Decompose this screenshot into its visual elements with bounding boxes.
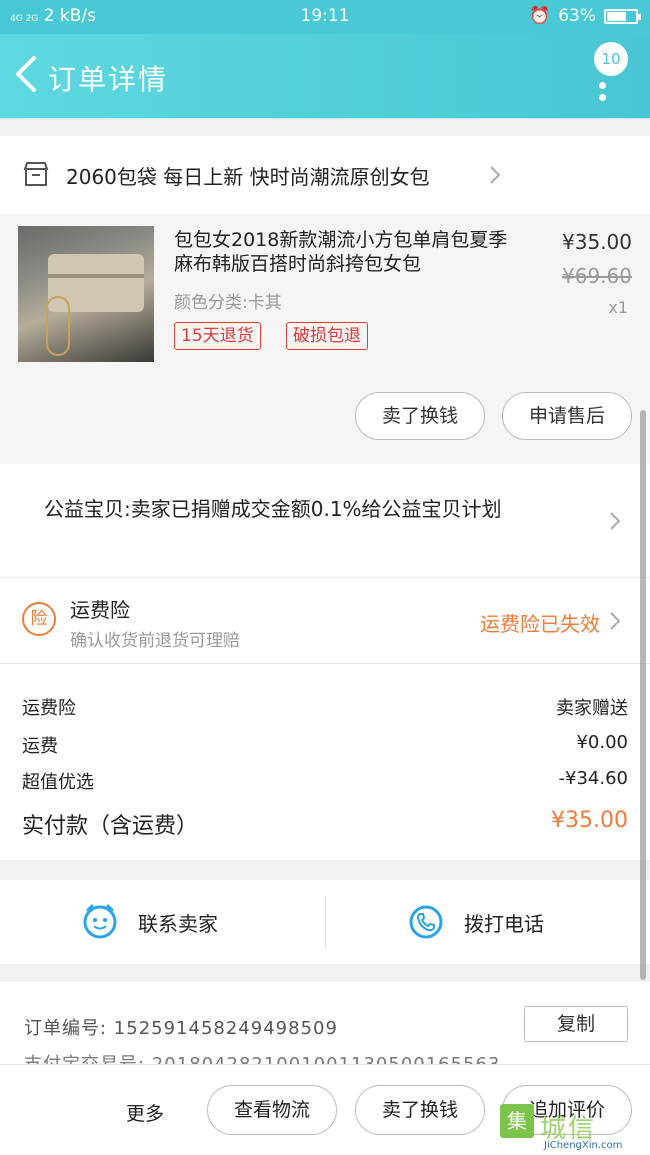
app-header: 订单详情 10: [0, 34, 650, 118]
chevron-right-icon: [610, 612, 621, 630]
total-value: ¥35.00: [551, 808, 628, 833]
product-quantity: x1: [608, 298, 628, 317]
order-number: 订单编号: 152591458249498509: [24, 1018, 338, 1039]
contact-seller-label: 联系卖家: [138, 911, 218, 936]
insurance-status: 运费险已失效: [480, 612, 600, 636]
call-phone-button[interactable]: 拨打电话: [408, 900, 544, 944]
battery-icon: [604, 8, 641, 24]
total-row: 实付款（含运费） ¥35.00: [22, 808, 628, 839]
fee-value: 卖家赠送: [556, 698, 628, 719]
chevron-right-icon: [610, 512, 621, 530]
contact-bar: 联系卖家 拨打电话: [0, 880, 650, 964]
shop-icon: [23, 162, 49, 186]
menu-dot-icon: [599, 94, 606, 101]
product-variant: 颜色分类:卡其: [174, 293, 282, 313]
status-bar: 4G 2G 2 kB/s 19:11 ⏰ 63%: [0, 0, 650, 34]
divider: [325, 896, 326, 948]
fee-value: ¥0.00: [576, 732, 628, 753]
resell-button[interactable]: 卖了换钱: [355, 392, 485, 440]
original-price: ¥69.60: [562, 264, 632, 288]
product-price: ¥35.00: [562, 230, 632, 254]
battery-fill: [607, 11, 626, 21]
resell-button-bottom[interactable]: 卖了换钱: [355, 1085, 485, 1135]
charity-text: 公益宝贝:卖家已捐赠成交金额0.1%给公益宝贝计划: [44, 497, 502, 521]
insurance-title: 运费险: [70, 598, 130, 622]
fee-row-discount: 超值优选 -¥34.60: [22, 768, 628, 798]
page-title: 订单详情: [48, 63, 169, 96]
alipay-trade-number: 支付宝交易号: 2018042821001001130500165563: [24, 1050, 500, 1064]
more-menu-button[interactable]: 10: [594, 42, 630, 102]
bag-chain: [46, 296, 70, 356]
fee-label: 超值优选: [22, 772, 94, 793]
bag-flap: [48, 274, 144, 278]
alarm-icon: ⏰: [529, 6, 551, 26]
fee-label: 运费险: [22, 698, 76, 719]
product-item[interactable]: 包包女2018新款潮流小方包单肩包夏季麻布韩版百搭时尚斜挎包女包 颜色分类:卡其…: [0, 214, 650, 464]
product-title[interactable]: 包包女2018新款潮流小方包单肩包夏季麻布韩版百搭时尚斜挎包女包: [174, 228, 524, 276]
watermark-logo: 集: [500, 1104, 534, 1138]
status-icons: ⏰ 63%: [529, 6, 641, 26]
chat-icon: [83, 904, 117, 939]
product-image[interactable]: [18, 226, 154, 362]
insurance-icon: 险: [22, 602, 56, 636]
after-sale-button[interactable]: 申请售后: [502, 392, 632, 440]
call-phone-label: 拨打电话: [464, 911, 544, 936]
fee-summary: 运费险 卖家赠送 运费 ¥0.00 超值优选 -¥34.60 实付款（含运费） …: [0, 664, 650, 860]
more-button[interactable]: 更多: [126, 1099, 164, 1126]
fee-label: 运费: [22, 736, 58, 757]
back-arrow-icon[interactable]: [12, 54, 42, 94]
shop-row[interactable]: 2060包袋 每日上新 快时尚潮流原创女包: [0, 136, 650, 214]
site-watermark: 集 城信 JiChengXin.com: [500, 1104, 646, 1154]
notification-badge: 10: [594, 42, 628, 76]
return-tag: 15天退货: [174, 322, 261, 350]
order-info: 订单编号: 152591458249498509 支付宝交易号: 2018042…: [0, 982, 650, 1064]
insurance-subtitle: 确认收货前退货可理赔: [70, 631, 240, 651]
phone-icon: [409, 905, 443, 939]
charity-row[interactable]: 公益宝贝:卖家已捐赠成交金额0.1%给公益宝贝计划: [0, 464, 650, 578]
damage-return-tag: 破损包退: [286, 322, 368, 350]
fee-value: -¥34.60: [558, 768, 628, 789]
total-label: 实付款（含运费）: [22, 814, 199, 839]
shop-name: 2060包袋 每日上新 快时尚潮流原创女包: [66, 165, 430, 189]
fee-row-shipping: 运费 ¥0.00: [22, 732, 628, 762]
shipping-insurance-row[interactable]: 险 运费险 确认收货前退货可理赔 运费险已失效: [0, 578, 650, 664]
contact-seller-button[interactable]: 联系卖家: [82, 900, 218, 944]
menu-dot-icon: [599, 82, 606, 89]
fee-row-insurance: 运费险 卖家赠送: [22, 694, 628, 724]
chevron-right-icon: [490, 166, 501, 184]
view-logistics-button[interactable]: 查看物流: [207, 1085, 337, 1135]
copy-button[interactable]: 复制: [524, 1006, 628, 1042]
battery-percent: 63%: [558, 6, 596, 26]
watermark-url: JiChengXin.com: [544, 1140, 623, 1151]
scrollbar[interactable]: [640, 410, 646, 980]
